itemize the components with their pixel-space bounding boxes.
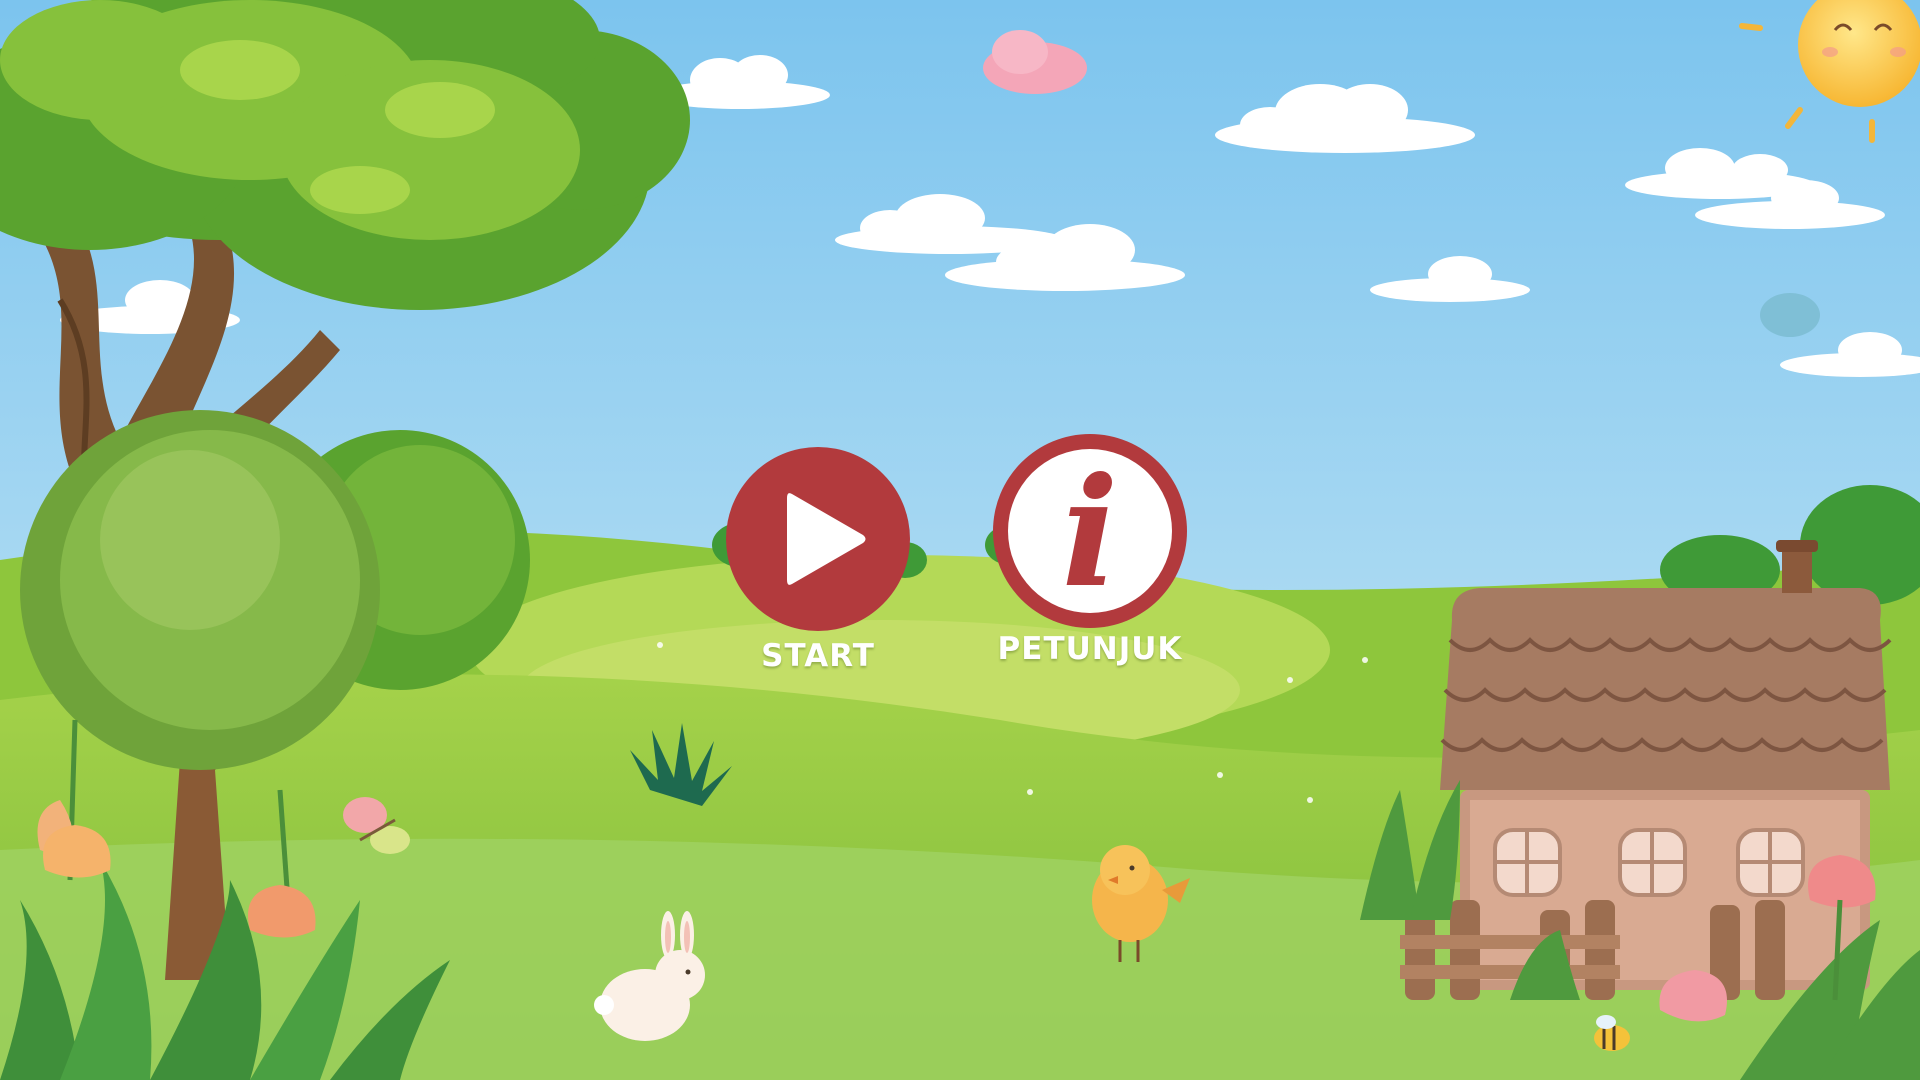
house — [1440, 540, 1892, 990]
info-icon[interactable]: i — [992, 433, 1188, 629]
play-icon[interactable] — [725, 446, 911, 632]
blue-cloud — [1760, 293, 1820, 337]
info-glyph: i — [1062, 445, 1119, 621]
petunjuk-label[interactable]: PETUNJUK — [990, 631, 1190, 667]
background-scene — [0, 0, 1920, 1080]
fence — [1400, 900, 1785, 1000]
game-title-screen: START i PETUNJUK — [0, 0, 1920, 1080]
petunjuk-button[interactable]: i PETUNJUK — [990, 433, 1190, 667]
start-label[interactable]: START — [723, 638, 913, 674]
start-button[interactable]: START — [723, 446, 913, 674]
